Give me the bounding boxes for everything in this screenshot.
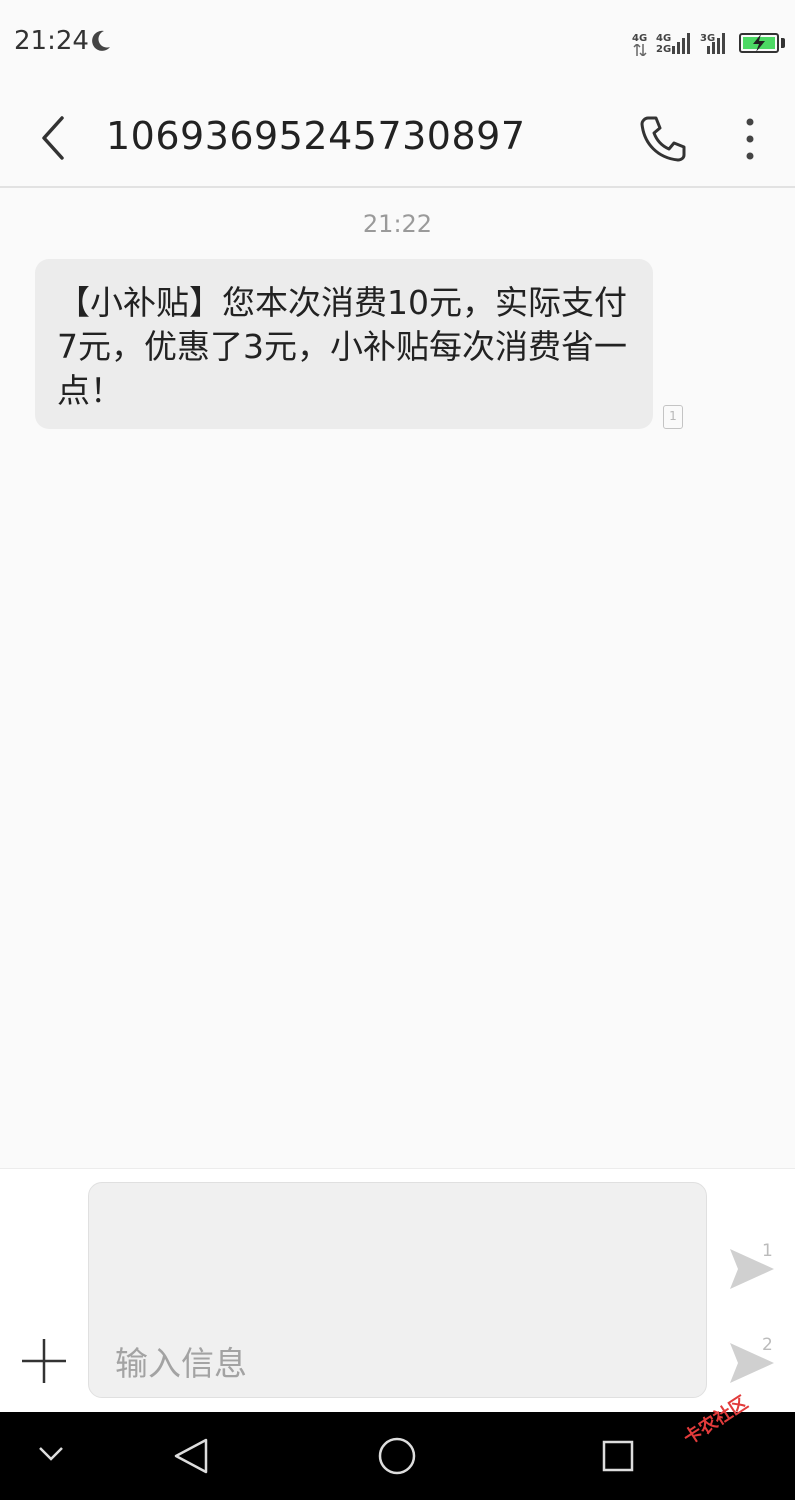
more-vertical-icon[interactable] <box>735 112 765 166</box>
back-triangle-icon[interactable] <box>172 1436 210 1476</box>
sim1-network-label: 4G <box>632 33 648 44</box>
phone-icon[interactable] <box>636 112 690 166</box>
sim-card-icon: 1 <box>663 405 683 429</box>
conversation-header: 10693695245730897 <box>0 88 795 188</box>
sim2-network-label: 4G <box>656 33 672 44</box>
contact-number: 10693695245730897 <box>106 114 526 158</box>
chevron-down-icon[interactable] <box>36 1444 66 1464</box>
back-arrow-icon[interactable] <box>30 110 80 166</box>
message-input[interactable]: 输入信息 <box>88 1182 707 1398</box>
message-timestamp: 21:22 <box>362 210 433 238</box>
send-sim2-badge: 2 <box>762 1335 773 1355</box>
compose-bar: 输入信息 1 2 <box>0 1168 795 1413</box>
message-text: 【小补贴】您本次消费10元，实际支付7元，优惠了3元，小补贴每次消费省一点！ <box>57 283 627 410</box>
send-sim1-button[interactable]: 1 <box>726 1241 782 1297</box>
status-time: 21:24 <box>14 26 89 56</box>
message-input-placeholder: 输入信息 <box>115 1344 247 1383</box>
home-circle-icon[interactable] <box>377 1436 417 1476</box>
charging-bolt-icon <box>753 34 765 52</box>
data-arrows-icon <box>633 44 647 56</box>
send-sim1-badge: 1 <box>762 1241 773 1261</box>
message-bubble[interactable]: 【小补贴】您本次消费10元，实际支付7元，优惠了3元，小补贴每次消费省一点！ <box>35 259 653 429</box>
send-icon <box>730 1249 774 1289</box>
plus-icon[interactable] <box>20 1337 68 1385</box>
send-icon <box>730 1343 774 1383</box>
send-sim2-button[interactable]: 2 <box>726 1335 782 1391</box>
signal-icon <box>672 33 690 54</box>
navigation-bar <box>0 1412 795 1500</box>
signal-icon <box>707 33 725 54</box>
status-bar: 21:24 4G 4G 2G 3G <box>0 0 795 88</box>
moon-icon <box>92 30 110 51</box>
recents-square-icon[interactable] <box>602 1440 634 1472</box>
sim2-network-label-2: 2G <box>656 44 672 55</box>
